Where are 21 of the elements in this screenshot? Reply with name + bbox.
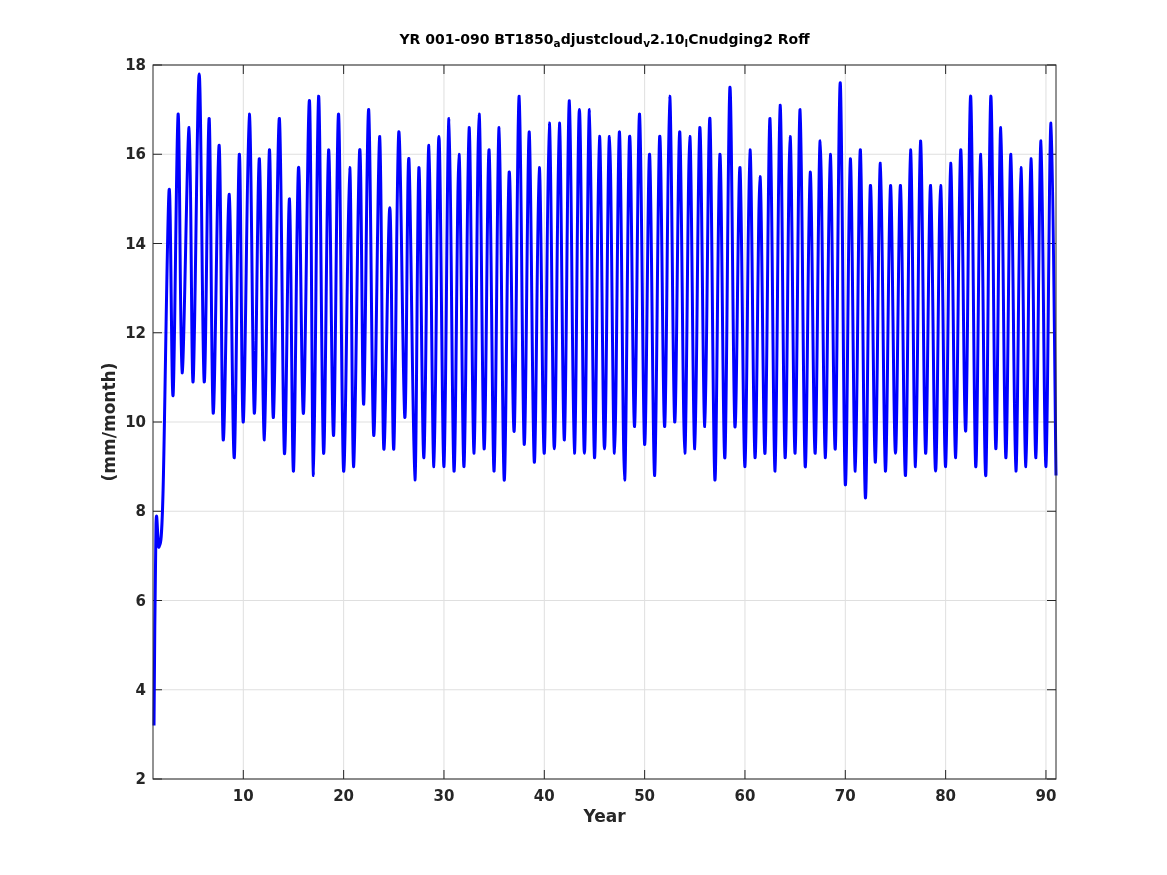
chart-title: YR 001-090 BT1850$_{a}$djustcloud$_{v}$2.10$_{l}$Cnudging2 Roff	[398, 32, 811, 46]
x-tick-label: 70	[834, 787, 856, 805]
x-tick-label: 80	[935, 787, 957, 805]
y-tick-label: 8	[135, 502, 146, 521]
y-axis-label: (mm/month)	[99, 362, 119, 482]
y-tick-label: 18	[125, 56, 146, 74]
y-tick-label: 16	[125, 145, 146, 164]
y-tick-label: 10	[125, 413, 146, 431]
x-tick-label: 90	[1035, 787, 1057, 805]
x-tick-label: 10	[232, 787, 254, 805]
x-axis-label: Year	[583, 806, 626, 826]
x-tick-label: 60	[734, 787, 756, 805]
y-tick-label: 4	[135, 680, 146, 699]
x-tick-label: 20	[333, 787, 355, 805]
y-tick-label: 14	[125, 234, 146, 253]
y-tick-label: 2	[135, 770, 146, 788]
y-tick-label: 6	[135, 591, 146, 610]
y-tick-label: 12	[125, 323, 146, 342]
x-tick-label: 40	[533, 787, 555, 805]
x-tick-label: 30	[433, 787, 455, 805]
x-tick-label: 50	[634, 787, 656, 805]
